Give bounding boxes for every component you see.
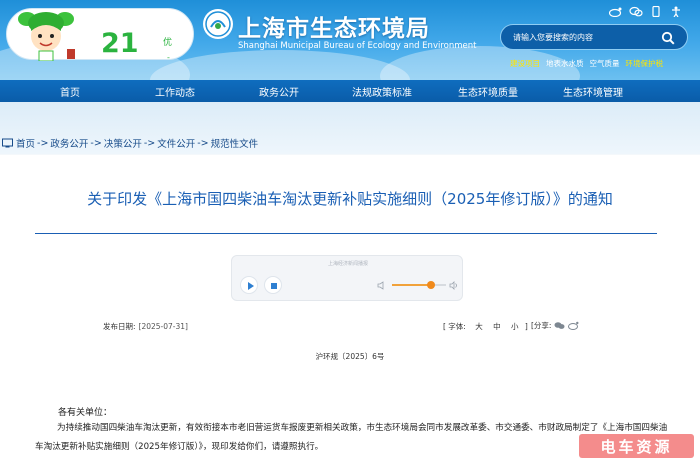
bureau-logo-icon[interactable] bbox=[203, 9, 233, 39]
breadcrumb-gov-disclosure[interactable]: 政务公开 bbox=[50, 136, 88, 150]
font-size-small[interactable]: 小 bbox=[511, 322, 519, 331]
quick-link-air-quality[interactable]: 空气质量 bbox=[590, 58, 620, 69]
nav-item-work-news[interactable]: 工作动态 bbox=[155, 84, 195, 99]
breadcrumb-decision-disclosure[interactable]: 决策公开 bbox=[104, 136, 142, 150]
cloud-decoration bbox=[150, 50, 410, 80]
search-icon[interactable] bbox=[661, 30, 675, 45]
aqi-secondary: - bbox=[167, 53, 170, 62]
font-size-large[interactable]: 大 bbox=[475, 322, 483, 331]
wechat-icon[interactable] bbox=[629, 2, 643, 17]
nav-item-regulations[interactable]: 法规政策标准 bbox=[352, 84, 412, 99]
wechat-share-icon[interactable] bbox=[554, 321, 565, 330]
title-divider bbox=[35, 233, 657, 234]
volume-knob[interactable] bbox=[426, 281, 435, 289]
stop-icon bbox=[271, 283, 277, 289]
quick-link-surface-water[interactable]: 地表水水质 bbox=[546, 58, 584, 69]
home-icon bbox=[2, 138, 13, 148]
quick-links: 建设项目 地表水水质 空气质量 环境保护税 bbox=[510, 58, 663, 69]
publish-date-label: 发布日期: bbox=[103, 322, 136, 331]
breadcrumb-normative-docs[interactable]: 规范性文件 bbox=[211, 136, 259, 150]
quick-link-construction[interactable]: 建设项目 bbox=[510, 58, 540, 69]
quick-link-env-tax[interactable]: 环境保护税 bbox=[626, 58, 664, 69]
document-number: 沪环规〔2025〕6号 bbox=[315, 352, 385, 361]
article: 关于印发《上海市国四柴油车淘汰更新补贴实施细则（2025年修订版）》的通知 上海… bbox=[0, 155, 700, 465]
play-button[interactable] bbox=[240, 276, 258, 294]
watermark: 电车资源 bbox=[579, 434, 694, 458]
breadcrumb-home[interactable]: 首页 bbox=[16, 136, 35, 150]
share-label: [分享: bbox=[531, 321, 552, 330]
search-box bbox=[500, 24, 688, 50]
document-title: 关于印发《上海市国四柴油车淘汰更新补贴实施细则（2025年修订版）》的通知 bbox=[87, 190, 613, 208]
mascot-icon bbox=[18, 12, 75, 61]
watermark-text: 电车资源 bbox=[600, 437, 673, 456]
breadcrumb-separator: -> bbox=[90, 137, 102, 149]
nav-item-env-quality[interactable]: 生态环境质量 bbox=[458, 84, 518, 99]
nav-item-gov-disclosure[interactable]: 政务公开 bbox=[259, 84, 299, 99]
top-icon-bar bbox=[608, 2, 683, 18]
salutation: 各有关单位： bbox=[58, 408, 113, 418]
aqi-value: 21 bbox=[101, 28, 139, 59]
audio-player: 上海经济新闻播报 bbox=[231, 255, 463, 301]
breadcrumb-file-disclosure[interactable]: 文件公开 bbox=[157, 136, 195, 150]
site-subtitle: Shanghai Municipal Bureau of Ecology and… bbox=[238, 41, 477, 51]
audio-label: 上海经济新闻播报 bbox=[327, 261, 368, 267]
font-size-close: ] bbox=[524, 322, 528, 331]
nav-item-env-management[interactable]: 生态环境管理 bbox=[563, 84, 623, 99]
breadcrumb-separator: -> bbox=[197, 137, 209, 149]
site-title: 上海市生态环境局 bbox=[238, 16, 430, 42]
app-icon[interactable] bbox=[649, 2, 663, 18]
main-nav: 首页 工作动态 政务公开 法规政策标准 生态环境质量 生态环境管理 bbox=[0, 80, 700, 102]
weibo-share-icon[interactable] bbox=[568, 321, 579, 330]
volume-slider[interactable] bbox=[392, 281, 446, 289]
breadcrumb-separator: -> bbox=[143, 137, 156, 149]
font-size-control: [ 字体: 大 中 小 ] bbox=[443, 321, 531, 332]
weibo-icon[interactable] bbox=[608, 2, 623, 18]
share-control: [分享: bbox=[531, 320, 579, 331]
publish-date: 发布日期: [2025-07-31] bbox=[103, 321, 188, 332]
volume-low-icon bbox=[377, 281, 384, 290]
volume-fill bbox=[392, 284, 431, 286]
breadcrumb-bar: 首页 -> 政务公开 -> 决策公开 -> 文件公开 -> 规范性文件 bbox=[0, 102, 700, 154]
font-size-label: [ 字体: bbox=[443, 322, 466, 331]
font-size-medium[interactable]: 中 bbox=[493, 322, 501, 331]
aqi-level: 优 bbox=[163, 38, 173, 48]
breadcrumb: 首页 -> 政务公开 -> 决策公开 -> 文件公开 -> 规范性文件 bbox=[2, 136, 258, 150]
stop-button[interactable] bbox=[264, 276, 282, 294]
publish-date-value: [2025-07-31] bbox=[138, 322, 188, 331]
volume-high-icon bbox=[449, 281, 457, 290]
search-input[interactable] bbox=[513, 30, 653, 45]
site-header: 21 优 - 上海市生态环境局 Shanghai Municipal Burea… bbox=[0, 0, 700, 80]
breadcrumb-separator: -> bbox=[37, 137, 49, 149]
accessibility-icon[interactable] bbox=[669, 2, 683, 18]
air-quality-widget[interactable]: 21 优 - bbox=[6, 8, 194, 62]
nav-item-home[interactable]: 首页 bbox=[60, 84, 80, 99]
play-icon bbox=[248, 282, 254, 290]
